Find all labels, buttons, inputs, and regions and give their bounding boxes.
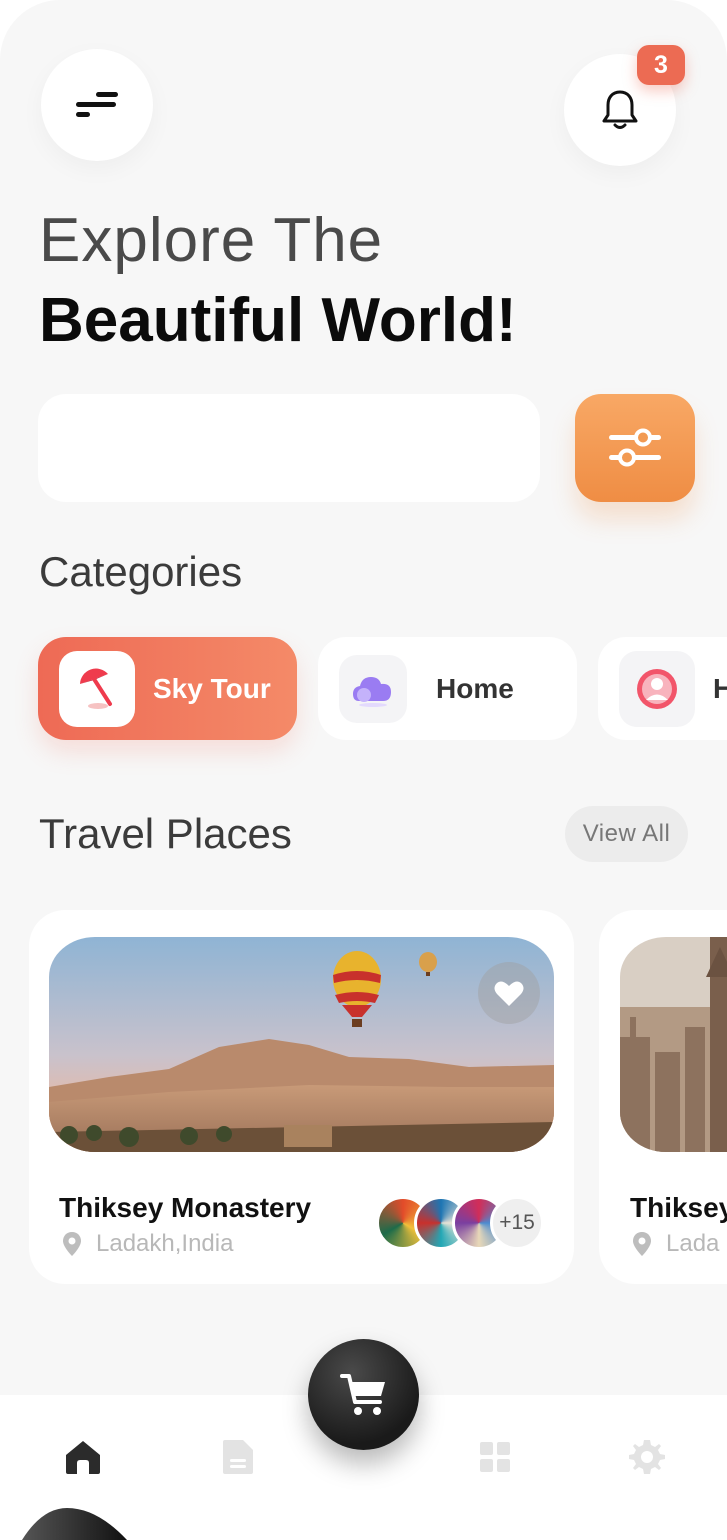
hero-title-line2: Beautiful World!	[39, 286, 517, 355]
heart-icon	[494, 981, 524, 1006]
nav-documents[interactable]	[218, 1437, 258, 1477]
menu-icon	[76, 92, 118, 117]
notification-badge: 3	[637, 45, 685, 85]
search-input[interactable]	[38, 394, 540, 502]
hero-title-line1: Explore The	[39, 206, 384, 275]
place-location-text: Ladakh,India	[96, 1230, 234, 1257]
cloud-home-icon	[353, 676, 391, 707]
gear-icon	[629, 1440, 665, 1474]
category-label: Home	[436, 672, 514, 704]
category-icon-box	[619, 650, 695, 727]
bell-icon	[602, 90, 638, 129]
location-pin-icon	[63, 1232, 81, 1256]
place-card[interactable]: Thiksey Lada	[599, 910, 727, 1284]
filter-button[interactable]	[575, 394, 695, 502]
nav-home[interactable]	[63, 1437, 103, 1477]
travel-places-title: Travel Places	[39, 810, 292, 857]
cart-button[interactable]	[308, 1339, 419, 1450]
cart-icon	[339, 1373, 385, 1415]
location-pin-icon	[633, 1232, 651, 1256]
nav-grid[interactable]	[475, 1437, 515, 1477]
category-label: H	[713, 672, 727, 704]
place-location-text: Lada	[666, 1230, 720, 1257]
categories-title: Categories	[39, 548, 243, 595]
place-name: Thiksey	[630, 1192, 727, 1223]
place-name: Thiksey Monastery	[59, 1192, 312, 1223]
more-visitors-count: +15	[490, 1196, 544, 1250]
category-home[interactable]: Home	[318, 637, 577, 740]
menu-button[interactable]	[41, 49, 153, 161]
category-label: Sky Tour	[153, 672, 271, 704]
place-photo-city	[620, 937, 727, 1152]
category-icon-box	[59, 650, 135, 727]
place-photo-desert	[49, 937, 554, 1152]
category-sky-tour[interactable]: Sky Tour	[38, 637, 297, 740]
grid-icon	[480, 1442, 510, 1472]
app-screen: 3 Explore The Beautiful World! Categorie…	[0, 0, 727, 1540]
umbrella-icon	[80, 668, 112, 709]
view-all-button[interactable]: View All	[565, 806, 688, 862]
place-location: Ladakh,India	[62, 1230, 233, 1258]
sliders-icon	[609, 428, 661, 467]
home-icon	[66, 1441, 100, 1474]
nav-settings[interactable]	[627, 1437, 667, 1477]
person-icon	[637, 668, 677, 709]
document-icon	[223, 1440, 253, 1474]
favorite-button[interactable]	[478, 962, 540, 1024]
visitor-avatars: +15	[376, 1196, 546, 1250]
category-icon-box	[339, 654, 407, 723]
category-partial[interactable]: H	[598, 637, 727, 740]
decorative-shape	[22, 1508, 127, 1540]
place-location: Lada	[632, 1230, 719, 1258]
